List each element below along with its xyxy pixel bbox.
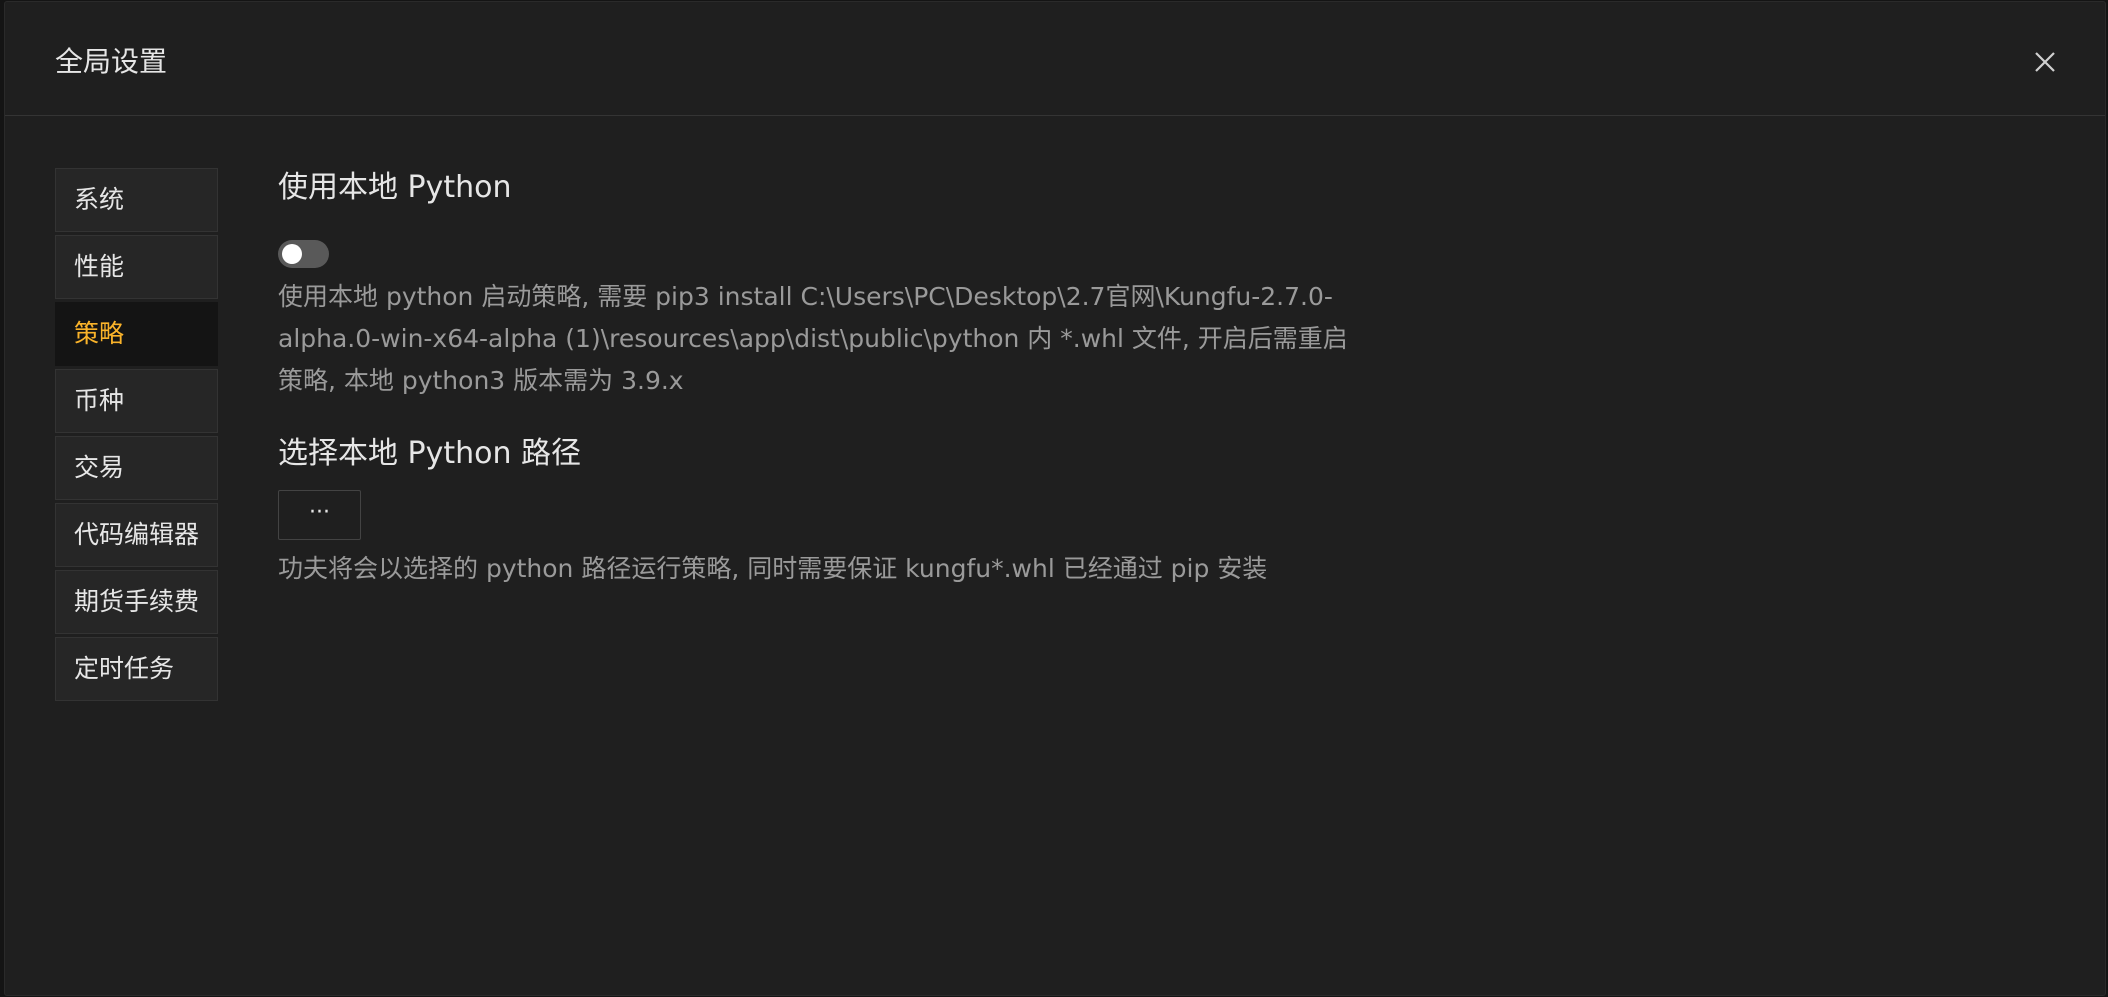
sidebar-item-currency[interactable]: 币种 [55, 369, 218, 433]
python-path-description: 功夫将会以选择的 python 路径运行策略, 同时需要保证 kungfu*.w… [278, 554, 1268, 583]
sidebar-item-trade[interactable]: 交易 [55, 436, 218, 500]
sidebar-item-futures-fee[interactable]: 期货手续费 [55, 570, 218, 634]
sidebar-item-system[interactable]: 系统 [55, 168, 218, 232]
python-path-section: 选择本地 Python 路径 ··· 功夫将会以选择的 python 路径运行策… [278, 432, 1378, 590]
select-python-path-button[interactable]: ··· [278, 490, 361, 540]
close-icon [2035, 52, 2055, 72]
modal-title: 全局设置 [55, 45, 168, 78]
sidebar-item-performance[interactable]: 性能 [55, 235, 218, 299]
use-local-python-title: 使用本地 Python [278, 170, 512, 205]
sidebar-item-scheduled-tasks[interactable]: 定时任务 [55, 637, 218, 701]
use-local-python-toggle[interactable] [278, 240, 329, 268]
settings-content: 使用本地 Python 使用本地 python 启动策略, 需要 pip3 in… [278, 166, 1378, 590]
toggle-knob [282, 244, 302, 264]
description-line: alpha.0-win-x64-alpha (1)\resources\app\… [278, 324, 1348, 353]
settings-sidebar: 系统 性能 策略 币种 交易 代码编辑器 期货手续费 定时任务 [55, 168, 218, 704]
description-line: 使用本地 python 启动策略, 需要 pip3 install C:\Use… [278, 282, 1333, 311]
sidebar-item-code-editor[interactable]: 代码编辑器 [55, 503, 218, 567]
python-path-title: 选择本地 Python 路径 [278, 436, 582, 471]
use-local-python-description: 使用本地 python 启动策略, 需要 pip3 install C:\Use… [278, 276, 1348, 402]
sidebar-item-strategy[interactable]: 策略 [55, 302, 218, 366]
close-button[interactable] [2029, 46, 2061, 78]
settings-modal: 全局设置 系统 性能 策略 币种 交易 代码编辑器 期货手续费 定时任务 使用本… [5, 2, 2105, 995]
modal-header: 全局设置 [5, 2, 2105, 116]
description-line: 策略, 本地 python3 版本需为 3.9.x [278, 366, 684, 395]
